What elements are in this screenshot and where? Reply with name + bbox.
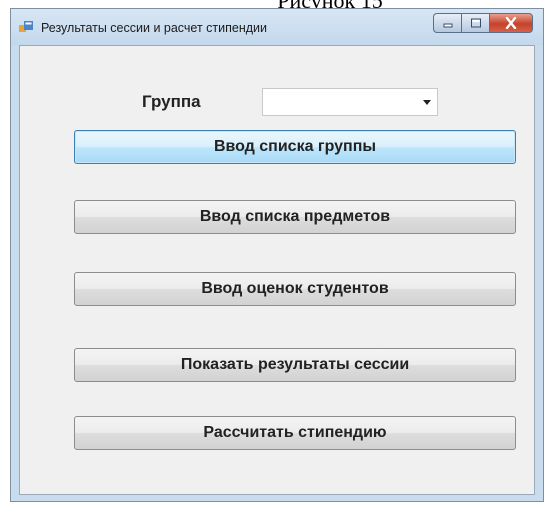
enter-subject-list-button[interactable]: Ввод списка предметов: [74, 200, 516, 234]
app-window: Результаты сессии и расчет стипендии Гру…: [10, 8, 544, 502]
app-icon: [19, 21, 33, 32]
maximize-icon: [470, 18, 481, 28]
calculate-scholarship-label: Рассчитать стипендию: [203, 424, 387, 441]
close-icon: [505, 17, 517, 29]
form-client-area: Группа Ввод списка группы Ввод списка пр…: [19, 45, 535, 495]
close-button[interactable]: [489, 13, 533, 33]
enter-student-grades-button[interactable]: Ввод оценок студентов: [74, 272, 516, 306]
minimize-button[interactable]: [433, 13, 461, 33]
enter-group-list-button[interactable]: Ввод списка группы: [74, 130, 516, 164]
caption-buttons: [433, 13, 533, 35]
window-title: Результаты сессии и расчет стипендии: [41, 21, 268, 35]
maximize-button[interactable]: [461, 13, 489, 33]
enter-group-list-label: Ввод списка группы: [213, 138, 377, 155]
calculate-scholarship-button[interactable]: Рассчитать стипендию: [74, 416, 516, 450]
group-label: Группа: [142, 92, 201, 111]
enter-subject-list-label: Ввод списка предметов: [199, 208, 391, 225]
enter-student-grades-label: Ввод оценок студентов: [201, 280, 389, 297]
group-combobox[interactable]: [262, 88, 438, 116]
show-session-results-button[interactable]: Показать результаты сессии: [74, 348, 516, 382]
show-session-results-label: Показать результаты сессии: [180, 356, 410, 373]
title-bar[interactable]: Результаты сессии и расчет стипендии: [11, 9, 543, 45]
minimize-icon: [443, 23, 452, 28]
chevron-down-icon[interactable]: [423, 100, 431, 105]
